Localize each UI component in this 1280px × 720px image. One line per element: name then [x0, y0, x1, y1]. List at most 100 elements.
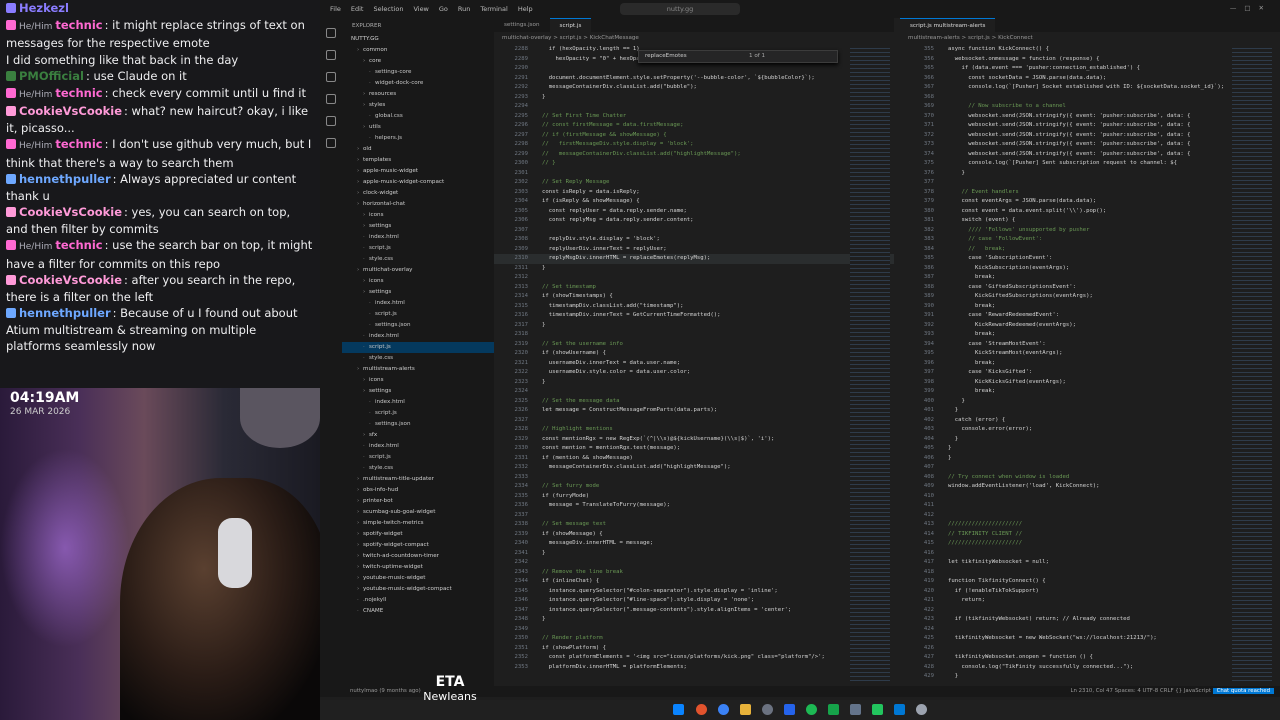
code-line[interactable]: 2339 if (showMessage) {: [494, 530, 894, 540]
tree-folder[interactable]: › common: [342, 45, 494, 56]
code-line[interactable]: 374 websocket.send(JSON.stringify({ even…: [900, 150, 1280, 160]
code-line[interactable]: 429 }: [900, 672, 1280, 682]
code-line[interactable]: 424: [900, 625, 1280, 635]
code-line[interactable]: 415 //////////////////////: [900, 539, 1280, 549]
code-line[interactable]: 2330 const mention = mentionRgx.test(mess…: [494, 444, 894, 454]
code-line[interactable]: 2311}: [494, 264, 894, 274]
code-line[interactable]: 421 return;: [900, 596, 1280, 606]
code-line[interactable]: 382 //// 'Follows' unsupported by pusher: [900, 226, 1280, 236]
vscode-icon[interactable]: [894, 704, 905, 715]
code-line[interactable]: 400 }: [900, 397, 1280, 407]
code-line[interactable]: 369 // Now subscribe to a channel: [900, 102, 1280, 112]
code-line[interactable]: 2324: [494, 387, 894, 397]
tree-file[interactable]: · style.css: [342, 254, 494, 265]
tree-file[interactable]: · settings-core: [342, 67, 494, 78]
tree-folder[interactable]: › sfx: [342, 430, 494, 441]
obs-icon[interactable]: [916, 704, 927, 715]
tree-folder[interactable]: › icons: [342, 276, 494, 287]
code-line[interactable]: 2333: [494, 473, 894, 483]
tree-file[interactable]: · widget-dock-core: [342, 78, 494, 89]
editor-tab[interactable]: script.js multistream-alerts: [900, 18, 996, 33]
tree-folder[interactable]: › settings: [342, 221, 494, 232]
code-line[interactable]: 426: [900, 644, 1280, 654]
extensions-icon[interactable]: [326, 116, 336, 126]
run-debug-icon[interactable]: [326, 94, 336, 104]
tree-folder[interactable]: › apple-music-widget: [342, 166, 494, 177]
menu-view[interactable]: View: [413, 5, 428, 13]
chat-username[interactable]: CookieVsCookie: [19, 205, 122, 219]
menu-run[interactable]: Run: [458, 5, 470, 13]
code-line[interactable]: 416: [900, 549, 1280, 559]
code-line[interactable]: 410: [900, 492, 1280, 502]
right-breadcrumb[interactable]: multistream-alerts > script.js > KickCon…: [900, 35, 1280, 45]
code-line[interactable]: 2336 message = TranslateToFurry(message)…: [494, 501, 894, 511]
code-line[interactable]: 2297 // if (firstMessage && showMessage) …: [494, 131, 894, 141]
tree-folder[interactable]: › youtube-music-widget: [342, 573, 494, 584]
code-line[interactable]: 2290: [494, 64, 894, 74]
code-line[interactable]: 2295 // Set First Time Chatter: [494, 112, 894, 122]
code-line[interactable]: 2319 // Set the username info: [494, 340, 894, 350]
code-line[interactable]: 408 // Try connect when window is loaded: [900, 473, 1280, 483]
chat-username[interactable]: technic: [55, 86, 102, 100]
tree-folder[interactable]: › multichat-overlay: [342, 265, 494, 276]
code-line[interactable]: 405}: [900, 444, 1280, 454]
tree-file[interactable]: · index.html: [342, 232, 494, 243]
tree-file[interactable]: · index.html: [342, 298, 494, 309]
code-line[interactable]: 406}: [900, 454, 1280, 464]
code-line[interactable]: 385 case 'SubscriptionEvent':: [900, 254, 1280, 264]
chat-username[interactable]: Hezkezl: [19, 1, 69, 15]
explorer-icon[interactable]: [326, 28, 336, 38]
code-line[interactable]: 388 case 'GiftedSubscriptionsEvent':: [900, 283, 1280, 293]
chat-username[interactable]: technic: [55, 238, 102, 252]
code-line[interactable]: 355 async function KickConnect() {: [900, 45, 1280, 55]
code-line[interactable]: 356 websocket.onmessage = function (resp…: [900, 55, 1280, 65]
code-line[interactable]: 428 console.log("TikFinity successfully …: [900, 663, 1280, 673]
remote-icon[interactable]: [326, 138, 336, 148]
tree-folder[interactable]: › twitch-uptime-widget: [342, 562, 494, 573]
tree-folder[interactable]: › multistream-alerts: [342, 364, 494, 375]
code-line[interactable]: 391 case 'RewardRedeemedEvent':: [900, 311, 1280, 321]
tree-file[interactable]: · .nojekyll: [342, 595, 494, 606]
code-line[interactable]: 2292 messageContainerDiv.classList.add("…: [494, 83, 894, 93]
code-line[interactable]: 2335 if (furryMode): [494, 492, 894, 502]
tree-folder[interactable]: › icons: [342, 210, 494, 221]
code-line[interactable]: 402 catch (error) {: [900, 416, 1280, 426]
tree-folder[interactable]: › youtube-music-widget-compact: [342, 584, 494, 595]
left-breadcrumb[interactable]: multichat-overlay > script.js > KickChat…: [494, 35, 854, 45]
code-line[interactable]: 423 if (tikfinityWebsocket) return; // A…: [900, 615, 1280, 625]
editor-tab[interactable]: script.js: [549, 18, 592, 32]
code-line[interactable]: 2317}: [494, 321, 894, 331]
code-line[interactable]: 2305 const replyUser = data.reply.sender…: [494, 207, 894, 217]
code-line[interactable]: 2315 timestampDiv.classList.add("timesta…: [494, 302, 894, 312]
code-line[interactable]: 387 break;: [900, 273, 1280, 283]
code-line[interactable]: 2341}: [494, 549, 894, 559]
code-line[interactable]: 2342: [494, 558, 894, 568]
code-line[interactable]: 370 websocket.send(JSON.stringify({ even…: [900, 112, 1280, 122]
code-line[interactable]: 411: [900, 501, 1280, 511]
code-line[interactable]: 371 websocket.send(JSON.stringify({ even…: [900, 121, 1280, 131]
code-line[interactable]: 2332 messageContainerDiv.classList.add("…: [494, 463, 894, 473]
code-line[interactable]: 380 const event = data.event.split('\\')…: [900, 207, 1280, 217]
code-line[interactable]: 2320 if (showUsername) {: [494, 349, 894, 359]
code-line[interactable]: 397 case 'KicksGifted':: [900, 368, 1280, 378]
code-line[interactable]: 392 KickRewardRedeemed(eventArgs);: [900, 321, 1280, 331]
code-line[interactable]: 425 tikfinityWebsocket = new WebSocket("…: [900, 634, 1280, 644]
code-line[interactable]: 419 function TikfinityConnect() {: [900, 577, 1280, 587]
folder-icon[interactable]: [740, 704, 751, 715]
code-line[interactable]: 395 KickStreamHost(eventArgs);: [900, 349, 1280, 359]
tree-folder[interactable]: › templates: [342, 155, 494, 166]
find-input[interactable]: replaceEmotes: [645, 53, 687, 59]
code-line[interactable]: 2338 // Set message text: [494, 520, 894, 530]
app3-icon[interactable]: [850, 704, 861, 715]
tree-file[interactable]: · script.js: [342, 452, 494, 463]
code-line[interactable]: 375 console.log(`[Pusher] Sent subscript…: [900, 159, 1280, 169]
code-line[interactable]: 2302 // Set Reply Message: [494, 178, 894, 188]
code-line[interactable]: 2321 usernameDiv.innerText = data.user.n…: [494, 359, 894, 369]
chat-username[interactable]: technic: [55, 18, 102, 32]
tree-file[interactable]: · settings.json: [342, 320, 494, 331]
tree-file[interactable]: · settings.json: [342, 419, 494, 430]
edge-icon[interactable]: [718, 704, 729, 715]
code-line[interactable]: 2308 replyDiv.style.display = 'block';: [494, 235, 894, 245]
code-line[interactable]: 2343 // Remove the line break: [494, 568, 894, 578]
code-line[interactable]: 2337: [494, 511, 894, 521]
